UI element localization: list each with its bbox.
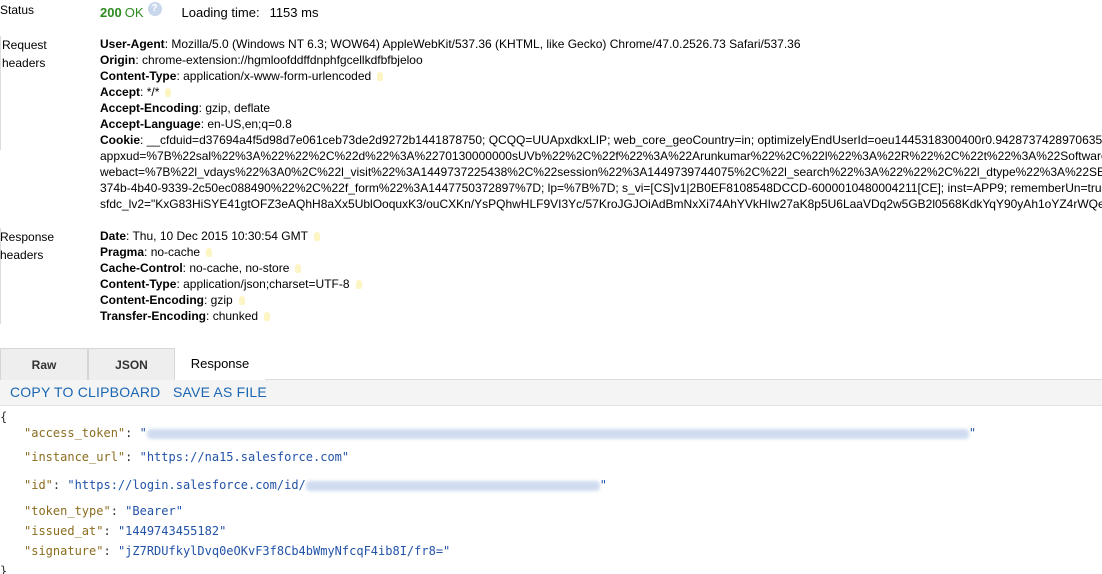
response-headers-label: Response headers <box>0 228 54 264</box>
lightbulb-icon[interactable] <box>313 232 320 242</box>
lightbulb-icon[interactable] <box>377 72 384 82</box>
lightbulb-icon[interactable] <box>264 312 271 322</box>
lightbulb-icon[interactable] <box>206 248 213 258</box>
redacted-value <box>305 480 600 491</box>
tab-json[interactable]: JSON <box>88 348 175 380</box>
lightbulb-icon[interactable] <box>295 264 302 274</box>
request-header-accept-language: Accept-Language: en-US,en;q=0.8 <box>100 117 292 131</box>
status-row: 200 OK ? Loading time: 1153 ms <box>100 2 318 22</box>
json-row-access-token: "access_token": " " <box>24 426 977 440</box>
response-headers-list: Date: Thu, 10 Dec 2015 10:30:54 GMT Prag… <box>100 228 1102 324</box>
request-header-accept-encoding: Accept-Encoding: gzip, deflate <box>100 101 271 115</box>
response-header-pragma: Pragma: no-cache <box>100 244 1102 260</box>
json-row-id: "id": "https://login.salesforce.com/id/" <box>24 478 608 492</box>
request-header-accept: Accept: */* <box>100 84 1102 100</box>
save-as-file-button[interactable]: SAVE AS FILE <box>173 384 267 400</box>
status-code: 200 <box>100 4 122 20</box>
request-headers-label: Request headers <box>2 36 47 72</box>
response-header-date: Date: Thu, 10 Dec 2015 10:30:54 GMT <box>100 228 1102 244</box>
response-view-tabs: Raw JSON Response <box>0 348 1102 380</box>
response-label-line2: headers <box>0 248 44 262</box>
json-close-brace: } <box>0 564 8 574</box>
lightbulb-icon[interactable] <box>238 296 245 306</box>
response-header-content-encoding: Content-Encoding: gzip <box>100 292 1102 308</box>
id-link[interactable]: "https://login.salesforce.com/id/ <box>67 478 305 492</box>
redacted-value <box>146 428 969 439</box>
request-headers-list: User-Agent: Mozilla/5.0 (Windows NT 6.3;… <box>100 36 1102 212</box>
cookie-line: sfdc_lv2="KxG83HiSYE41gtOFZ3eAQhH8aXx5Ub… <box>100 197 1102 211</box>
lightbulb-icon[interactable] <box>355 280 362 290</box>
status-text: OK <box>124 4 144 20</box>
lightbulb-icon[interactable] <box>165 88 172 98</box>
tab-raw[interactable]: Raw <box>0 348 88 380</box>
response-tab-title: Response <box>175 348 265 380</box>
cookie-line: appxud=%7B%22sal%22%3A%22%22%2C%22d%22%3… <box>100 149 1102 163</box>
response-header-transfer-encoding: Transfer-Encoding: chunked <box>100 308 1102 324</box>
json-row-token-type: "token_type": "Bearer" <box>24 504 183 518</box>
instance-url-link[interactable]: "https://na15.salesforce.com" <box>140 450 350 464</box>
response-header-content-type: Content-Type: application/json;charset=U… <box>100 276 1102 292</box>
loading-time-label: Loading time: <box>181 4 260 20</box>
loading-time-value: 1153 ms <box>269 4 319 20</box>
response-toolbar: COPY TO CLIPBOARD SAVE AS FILE <box>0 380 1102 406</box>
request-label-line1: Request <box>2 38 47 52</box>
request-header-origin: Origin: chrome-extension://hgmloofddffdn… <box>100 53 423 67</box>
cookie-line: 374b-4b40-9339-2c50ec088490%22%2C%22f_fo… <box>100 181 1102 195</box>
cookie-line: webact=%7B%22l_vdays%22%3A0%2C%22l_visit… <box>100 165 1102 179</box>
request-label-line2: headers <box>2 56 46 70</box>
request-header-content-type: Content-Type: application/x-www-form-url… <box>100 68 1102 84</box>
json-row-instance-url: "instance_url": "https://na15.salesforce… <box>24 450 350 464</box>
response-label-line1: Response <box>0 230 55 244</box>
help-icon[interactable]: ? <box>147 2 162 16</box>
status-label: Status <box>0 3 35 17</box>
request-header-user-agent: User-Agent: Mozilla/5.0 (Windows NT 6.3;… <box>100 37 801 51</box>
json-row-issued-at: "issued_at": "1449743455182" <box>24 524 227 538</box>
request-header-cookie: Cookie: __cfduid=d37694a4f5d98d7e061ceb7… <box>100 133 1102 147</box>
json-row-signature: "signature": "jZ7RDUfkylDvq0eOKvF3f8Cb4b… <box>24 544 451 558</box>
json-open-brace: { <box>0 410 8 424</box>
response-header-cache-control: Cache-Control: no-cache, no-store <box>100 260 1102 276</box>
copy-to-clipboard-button[interactable]: COPY TO CLIPBOARD <box>10 384 160 400</box>
